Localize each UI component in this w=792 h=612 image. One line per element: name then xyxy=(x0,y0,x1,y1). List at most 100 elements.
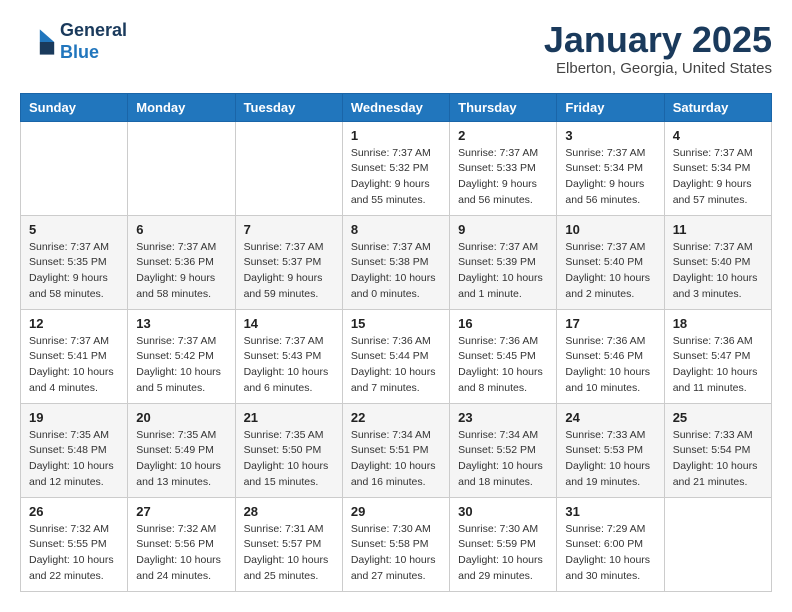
day-number: 21 xyxy=(244,410,334,425)
day-number: 28 xyxy=(244,504,334,519)
calendar-cell: 28 Sunrise: 7:31 AM Sunset: 5:57 PM Dayli… xyxy=(235,497,342,591)
day-number: 31 xyxy=(565,504,655,519)
calendar-cell: 27 Sunrise: 7:32 AM Sunset: 5:56 PM Dayli… xyxy=(128,497,235,591)
day-info: Sunrise: 7:31 AM Sunset: 5:57 PM Dayligh… xyxy=(244,522,334,585)
day-info: Sunrise: 7:36 AM Sunset: 5:47 PM Dayligh… xyxy=(673,334,763,397)
calendar-cell: 12Sunrise: 7:37 AM Sunset: 5:41 PM Dayli… xyxy=(21,309,128,403)
title-block: January 2025 Elberton, Georgia, United S… xyxy=(544,20,772,77)
calendar-cell: 25 Sunrise: 7:33 AM Sunset: 5:54 PM Dayli… xyxy=(664,403,771,497)
calendar-cell: 4Sunrise: 7:37 AM Sunset: 5:34 PM Daylig… xyxy=(664,121,771,215)
calendar-cell: 9 Sunrise: 7:37 AM Sunset: 5:39 PM Daylig… xyxy=(450,215,557,309)
weekday-header-tuesday: Tuesday xyxy=(235,93,342,121)
day-info: Sunrise: 7:37 AM Sunset: 5:40 PM Dayligh… xyxy=(673,240,763,303)
calendar-cell: 19 Sunrise: 7:35 AM Sunset: 5:48 PM Dayli… xyxy=(21,403,128,497)
calendar-cell: 31 Sunrise: 7:29 AM Sunset: 6:00 PM Dayli… xyxy=(557,497,664,591)
day-info: Sunrise: 7:36 AM Sunset: 5:44 PM Dayligh… xyxy=(351,334,441,397)
week-row-5: 26 Sunrise: 7:32 AM Sunset: 5:55 PM Dayli… xyxy=(21,497,772,591)
day-number: 4 xyxy=(673,128,763,143)
day-number: 7 xyxy=(244,222,334,237)
day-info: Sunrise: 7:37 AM Sunset: 5:39 PM Dayligh… xyxy=(458,240,548,303)
logo: General Blue xyxy=(20,20,127,63)
logo-line2: Blue xyxy=(60,42,127,64)
calendar-cell xyxy=(21,121,128,215)
calendar-cell: 14 Sunrise: 7:37 AM Sunset: 5:43 PM Dayli… xyxy=(235,309,342,403)
day-info: Sunrise: 7:33 AM Sunset: 5:54 PM Dayligh… xyxy=(673,428,763,491)
weekday-header-thursday: Thursday xyxy=(450,93,557,121)
day-number: 15 xyxy=(351,316,441,331)
day-info: Sunrise: 7:32 AM Sunset: 5:56 PM Dayligh… xyxy=(136,522,226,585)
calendar-cell xyxy=(128,121,235,215)
day-info: Sunrise: 7:36 AM Sunset: 5:45 PM Dayligh… xyxy=(458,334,548,397)
calendar-cell: 8 Sunrise: 7:37 AM Sunset: 5:38 PM Daylig… xyxy=(342,215,449,309)
weekday-header-friday: Friday xyxy=(557,93,664,121)
weekday-header-saturday: Saturday xyxy=(664,93,771,121)
calendar-cell: 1Sunrise: 7:37 AM Sunset: 5:32 PM Daylig… xyxy=(342,121,449,215)
day-number: 16 xyxy=(458,316,548,331)
logo-line1: General xyxy=(60,20,127,42)
day-number: 27 xyxy=(136,504,226,519)
day-info: Sunrise: 7:34 AM Sunset: 5:51 PM Dayligh… xyxy=(351,428,441,491)
week-row-1: 1Sunrise: 7:37 AM Sunset: 5:32 PM Daylig… xyxy=(21,121,772,215)
day-number: 6 xyxy=(136,222,226,237)
day-number: 8 xyxy=(351,222,441,237)
day-info: Sunrise: 7:30 AM Sunset: 5:59 PM Dayligh… xyxy=(458,522,548,585)
day-number: 10 xyxy=(565,222,655,237)
day-number: 19 xyxy=(29,410,119,425)
calendar-cell: 2 Sunrise: 7:37 AM Sunset: 5:33 PM Daylig… xyxy=(450,121,557,215)
week-row-2: 5Sunrise: 7:37 AM Sunset: 5:35 PM Daylig… xyxy=(21,215,772,309)
calendar-cell: 17Sunrise: 7:36 AM Sunset: 5:46 PM Dayli… xyxy=(557,309,664,403)
calendar-cell: 20Sunrise: 7:35 AM Sunset: 5:49 PM Dayli… xyxy=(128,403,235,497)
calendar-cell: 5Sunrise: 7:37 AM Sunset: 5:35 PM Daylig… xyxy=(21,215,128,309)
calendar-cell: 3Sunrise: 7:37 AM Sunset: 5:34 PM Daylig… xyxy=(557,121,664,215)
day-number: 26 xyxy=(29,504,119,519)
day-info: Sunrise: 7:34 AM Sunset: 5:52 PM Dayligh… xyxy=(458,428,548,491)
day-info: Sunrise: 7:37 AM Sunset: 5:42 PM Dayligh… xyxy=(136,334,226,397)
day-number: 18 xyxy=(673,316,763,331)
day-info: Sunrise: 7:37 AM Sunset: 5:40 PM Dayligh… xyxy=(565,240,655,303)
month-title: January 2025 xyxy=(544,20,772,60)
day-number: 22 xyxy=(351,410,441,425)
day-info: Sunrise: 7:33 AM Sunset: 5:53 PM Dayligh… xyxy=(565,428,655,491)
day-info: Sunrise: 7:32 AM Sunset: 5:55 PM Dayligh… xyxy=(29,522,119,585)
weekday-header-wednesday: Wednesday xyxy=(342,93,449,121)
day-number: 13 xyxy=(136,316,226,331)
calendar-cell: 7Sunrise: 7:37 AM Sunset: 5:37 PM Daylig… xyxy=(235,215,342,309)
day-number: 23 xyxy=(458,410,548,425)
day-info: Sunrise: 7:30 AM Sunset: 5:58 PM Dayligh… xyxy=(351,522,441,585)
day-info: Sunrise: 7:29 AM Sunset: 6:00 PM Dayligh… xyxy=(565,522,655,585)
page-header: General Blue January 2025 Elberton, Geor… xyxy=(20,20,772,77)
day-info: Sunrise: 7:37 AM Sunset: 5:33 PM Dayligh… xyxy=(458,146,548,209)
day-number: 2 xyxy=(458,128,548,143)
day-number: 17 xyxy=(565,316,655,331)
calendar-cell xyxy=(235,121,342,215)
day-info: Sunrise: 7:37 AM Sunset: 5:36 PM Dayligh… xyxy=(136,240,226,303)
calendar-cell: 13 Sunrise: 7:37 AM Sunset: 5:42 PM Dayli… xyxy=(128,309,235,403)
day-info: Sunrise: 7:35 AM Sunset: 5:48 PM Dayligh… xyxy=(29,428,119,491)
weekday-header-sunday: Sunday xyxy=(21,93,128,121)
day-number: 14 xyxy=(244,316,334,331)
calendar-cell: 16 Sunrise: 7:36 AM Sunset: 5:45 PM Dayli… xyxy=(450,309,557,403)
calendar-cell: 24Sunrise: 7:33 AM Sunset: 5:53 PM Dayli… xyxy=(557,403,664,497)
calendar-cell: 6 Sunrise: 7:37 AM Sunset: 5:36 PM Daylig… xyxy=(128,215,235,309)
calendar-cell: 23 Sunrise: 7:34 AM Sunset: 5:52 PM Dayli… xyxy=(450,403,557,497)
day-info: Sunrise: 7:35 AM Sunset: 5:50 PM Dayligh… xyxy=(244,428,334,491)
day-info: Sunrise: 7:37 AM Sunset: 5:43 PM Dayligh… xyxy=(244,334,334,397)
calendar-cell: 11 Sunrise: 7:37 AM Sunset: 5:40 PM Dayli… xyxy=(664,215,771,309)
day-info: Sunrise: 7:37 AM Sunset: 5:35 PM Dayligh… xyxy=(29,240,119,303)
day-number: 25 xyxy=(673,410,763,425)
logo-icon xyxy=(20,24,56,60)
day-info: Sunrise: 7:37 AM Sunset: 5:38 PM Dayligh… xyxy=(351,240,441,303)
day-info: Sunrise: 7:37 AM Sunset: 5:41 PM Dayligh… xyxy=(29,334,119,397)
day-number: 9 xyxy=(458,222,548,237)
day-number: 29 xyxy=(351,504,441,519)
day-number: 1 xyxy=(351,128,441,143)
day-number: 30 xyxy=(458,504,548,519)
calendar-cell: 22 Sunrise: 7:34 AM Sunset: 5:51 PM Dayli… xyxy=(342,403,449,497)
day-number: 20 xyxy=(136,410,226,425)
day-number: 11 xyxy=(673,222,763,237)
calendar-cell: 30 Sunrise: 7:30 AM Sunset: 5:59 PM Dayli… xyxy=(450,497,557,591)
calendar-cell xyxy=(664,497,771,591)
calendar-cell: 10 Sunrise: 7:37 AM Sunset: 5:40 PM Dayli… xyxy=(557,215,664,309)
weekday-header-row: SundayMondayTuesdayWednesdayThursdayFrid… xyxy=(21,93,772,121)
calendar-cell: 26 Sunrise: 7:32 AM Sunset: 5:55 PM Dayli… xyxy=(21,497,128,591)
